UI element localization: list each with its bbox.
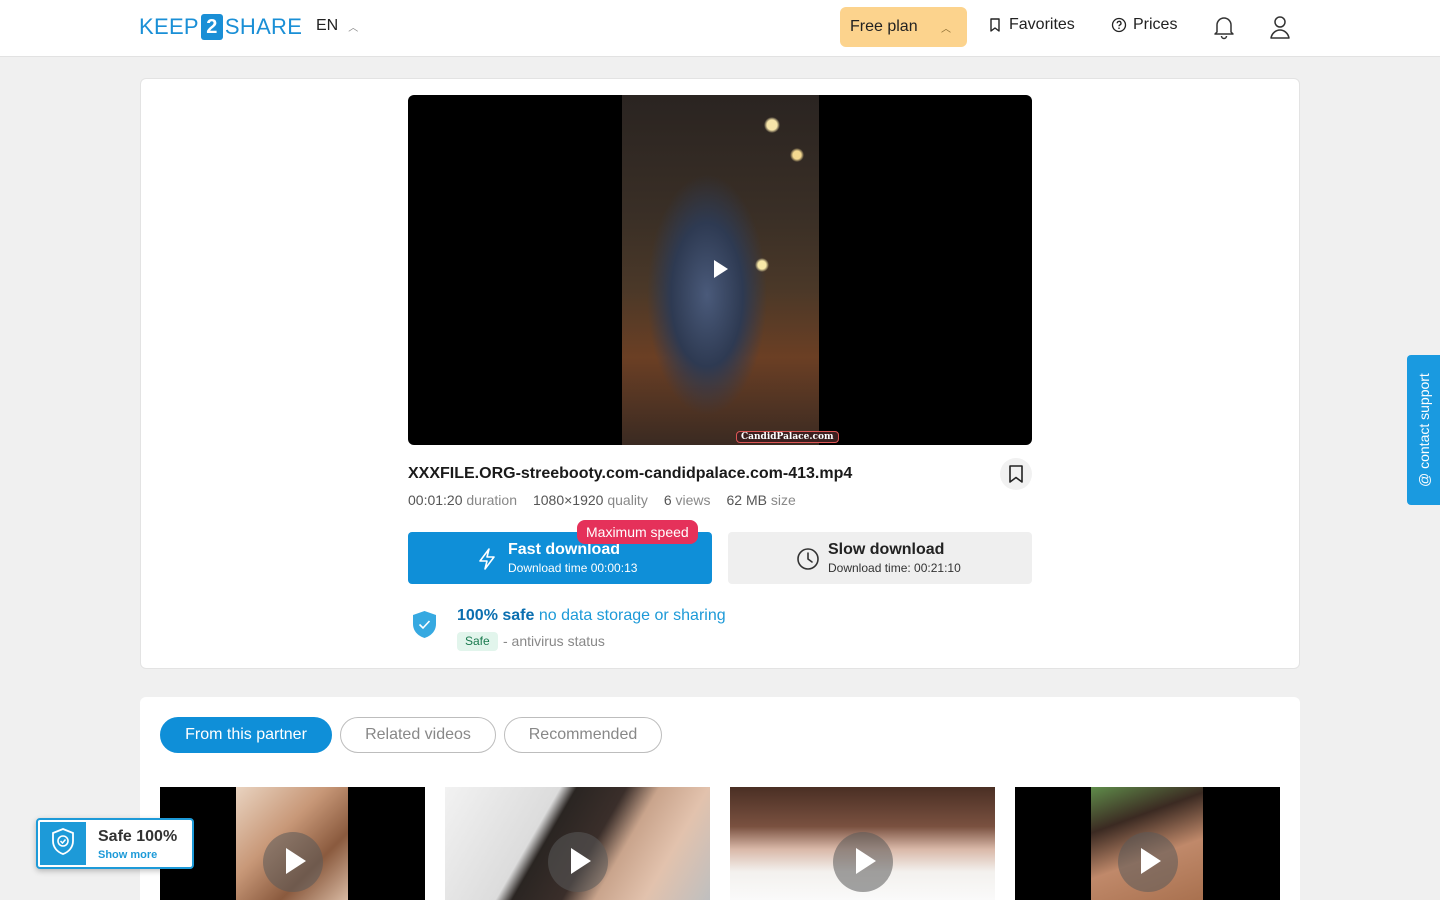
max-speed-badge: Maximum speed [577,520,698,544]
meta-size: 62 MB size [727,492,796,508]
safety-text: no data storage or sharing [538,607,726,624]
quality-value: 1080×1920 [532,492,604,508]
safe-widget[interactable]: Safe 100% Show more [36,818,194,869]
chevron-up-icon: ︿ [941,24,951,35]
logo-text-left: KEEP [139,14,199,39]
play-icon[interactable] [714,260,728,278]
clock-icon [797,548,819,570]
top-header: KEEP 2 SHARE EN ︿ Free plan ︿ Favorites … [0,0,1440,57]
fast-download-time: Download time 00:00:13 [508,561,638,575]
plan-label: Free plan [850,18,918,35]
safety-line: 100% safe no data storage or sharing [457,607,726,625]
bell-icon[interactable] [1212,14,1236,40]
video-thumbnail[interactable] [160,787,425,900]
prices-link[interactable]: Prices [1111,16,1177,34]
meta-quality: 1080×1920 quality [533,492,648,508]
duration-value: 00:01:20 [408,492,463,508]
antivirus-badge: Safe [457,632,498,651]
quality-label: quality [607,492,648,508]
language-label: EN [316,17,339,34]
tab-recommended[interactable]: Recommended [504,717,662,753]
safe-widget-icon-box [40,822,86,865]
video-thumbnail[interactable] [445,787,710,900]
add-favorite-button[interactable] [1000,458,1032,490]
bookmark-icon [1009,465,1023,483]
video-thumbnail[interactable] [730,787,995,900]
user-icon[interactable] [1268,14,1292,40]
safety-bold: 100% safe [457,607,535,624]
meta-views: 6 views [664,492,711,508]
duration-label: duration [466,492,517,508]
bookmark-icon [990,18,1000,32]
lightning-icon [479,548,495,570]
play-circle-icon [1117,832,1178,892]
slow-download-time: Download time: 00:21:10 [828,561,961,575]
play-circle-icon [262,832,323,892]
logo-text-mid: 2 [200,14,223,40]
video-watermark: CandidPalace.com [736,431,839,443]
play-circle-icon [547,832,608,892]
video-player[interactable]: CandidPalace.com [408,95,1032,445]
help-circle-icon [1111,17,1127,33]
logo-text-right: SHARE [224,14,303,39]
shield-check-icon [413,611,436,638]
tab-related-videos[interactable]: Related videos [340,717,496,753]
plan-dropdown-button[interactable]: Free plan ︿ [840,7,967,47]
antivirus-status-text: - antivirus status [503,633,605,649]
contact-support-tab[interactable]: @ contact support [1407,355,1440,505]
prices-label: Prices [1133,16,1178,33]
favorites-link[interactable]: Favorites [987,16,1075,34]
file-title: XXXFILE.ORG-streebooty.com-candidpalace.… [408,465,853,482]
file-meta: 00:01:20 duration 1080×1920 quality 6 vi… [408,492,796,508]
views-value: 6 [663,492,672,508]
slow-download-button[interactable]: Slow download Download time: 00:21:10 [728,532,1032,584]
language-selector[interactable]: EN ︿ [316,17,358,35]
show-more-link[interactable]: Show more [98,849,157,861]
size-label: size [770,492,796,508]
meta-duration: 00:01:20 duration [408,492,517,508]
size-value: 62 MB [726,492,767,508]
keep2share-logo[interactable]: KEEP 2 SHARE [139,13,302,41]
favorites-label: Favorites [1009,16,1075,33]
safe-widget-title: Safe 100% [98,828,178,845]
views-label: views [675,492,711,508]
tab-from-this-partner[interactable]: From this partner [160,717,332,753]
play-circle-icon [832,832,893,892]
chevron-up-icon: ︿ [348,22,359,34]
shield-check-icon [52,828,74,855]
contact-support-label: @ contact support [1416,373,1432,487]
video-thumbnail[interactable] [1015,787,1280,900]
slow-download-title: Slow download [828,541,945,558]
